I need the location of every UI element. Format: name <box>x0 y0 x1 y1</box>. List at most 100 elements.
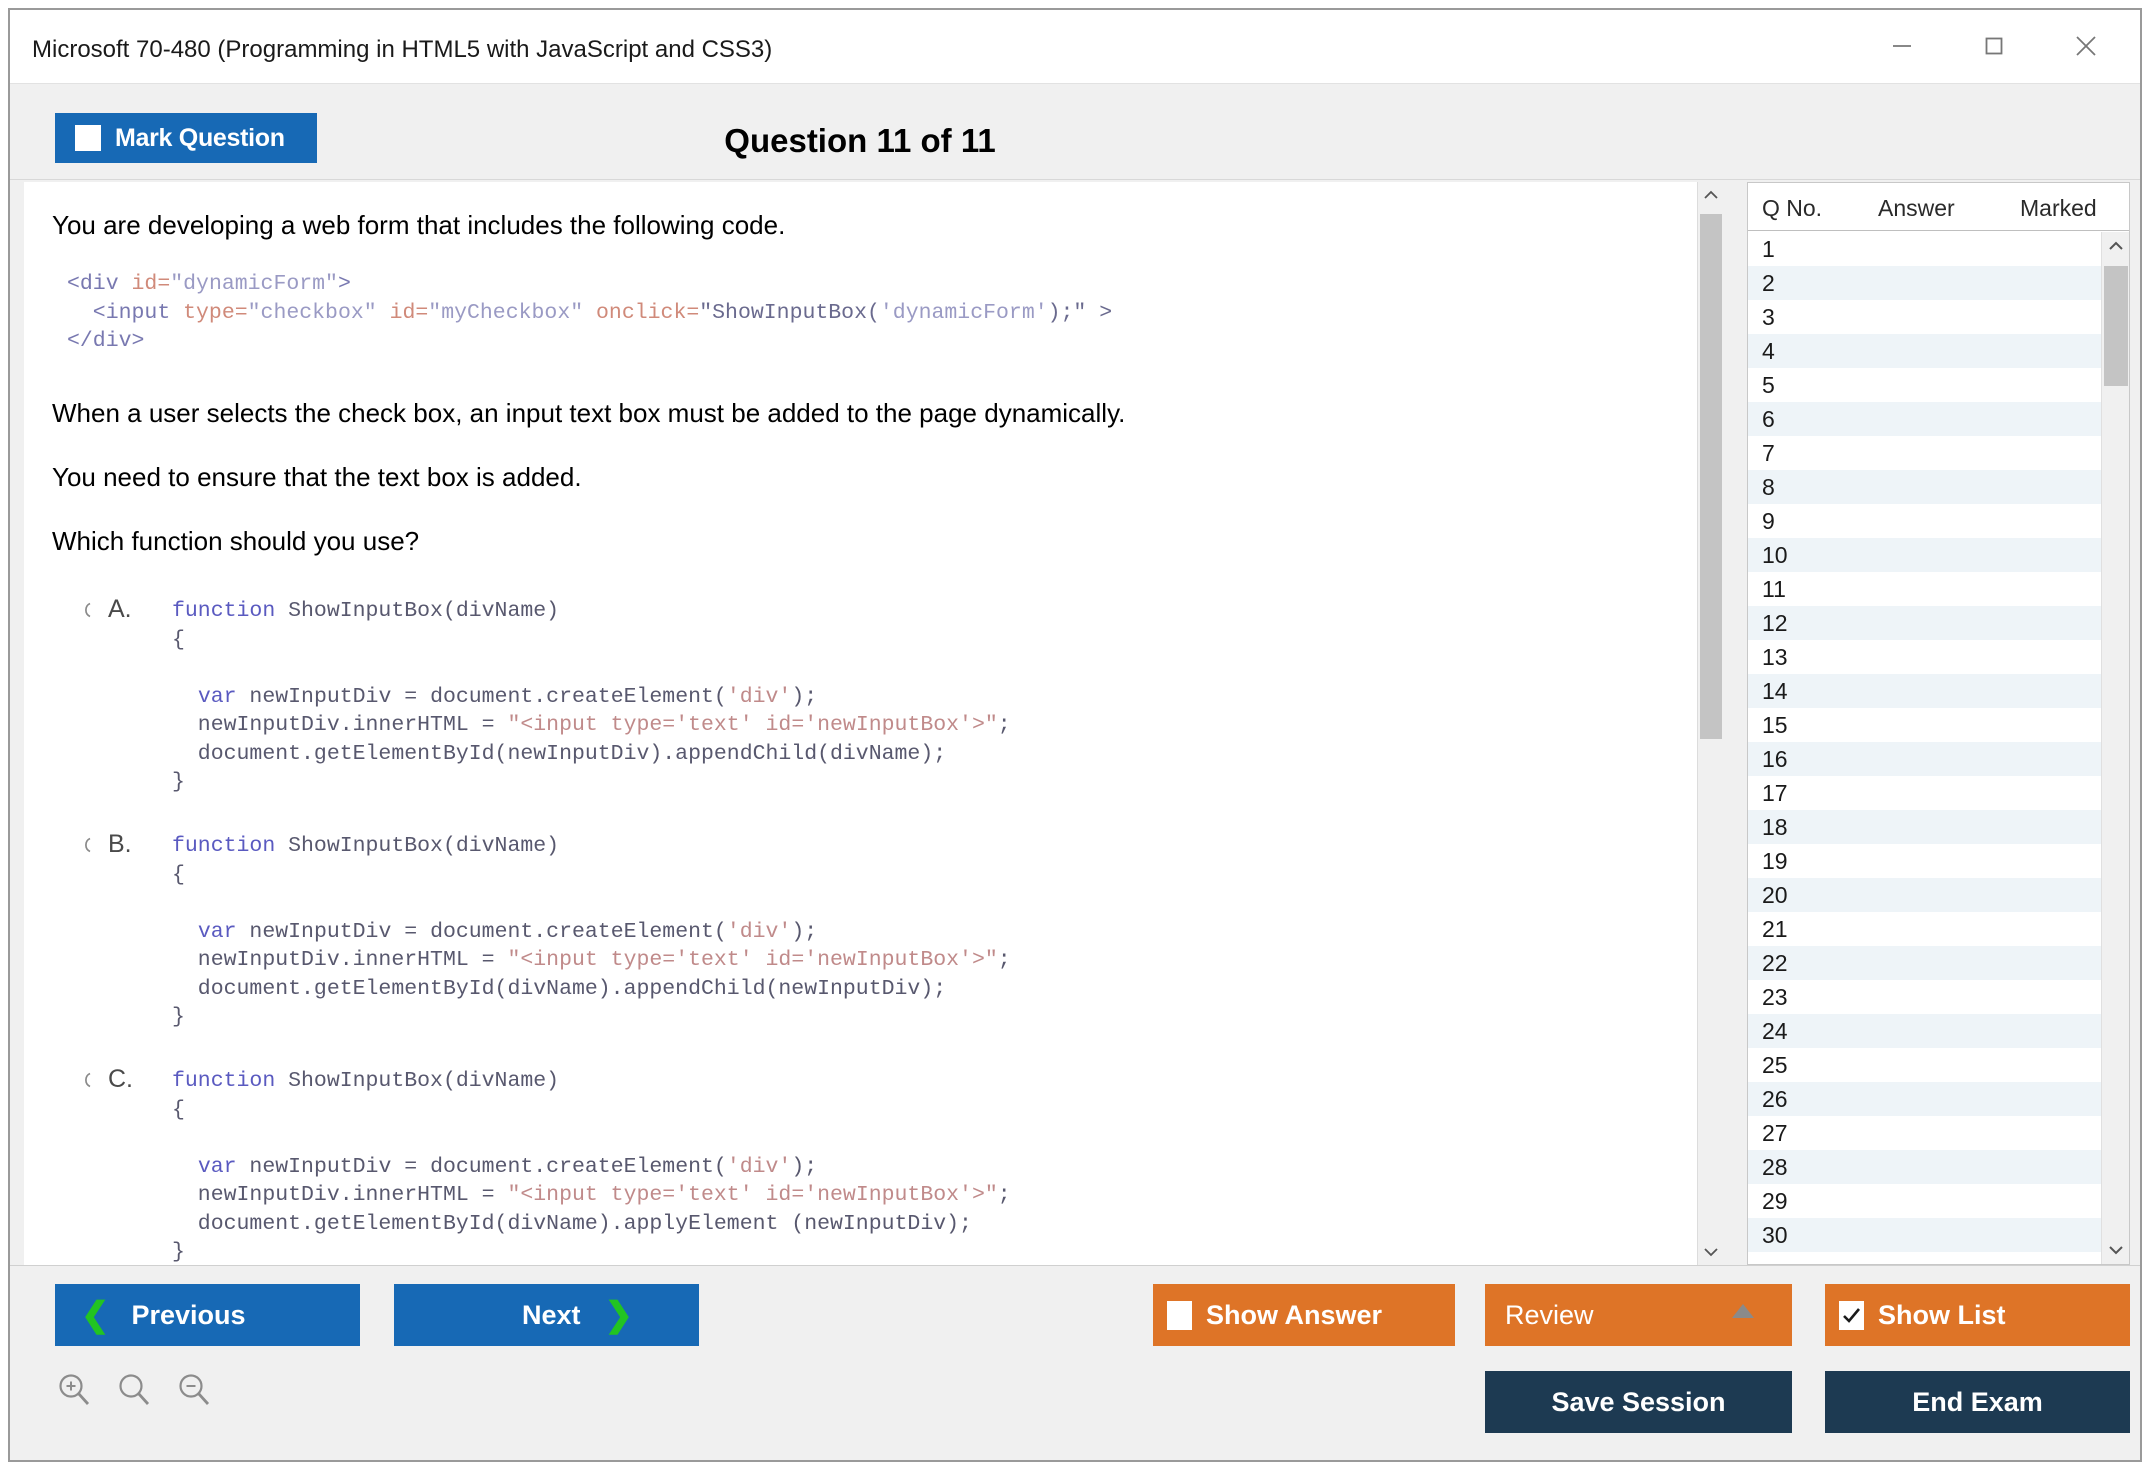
question-list-row[interactable]: 30 <box>1748 1218 2101 1252</box>
question-list-row[interactable]: 23 <box>1748 980 2101 1014</box>
question-list-row[interactable]: 6 <box>1748 402 2101 436</box>
show-answer-checkbox[interactable] <box>1167 1301 1192 1330</box>
question-list-row[interactable]: 11 <box>1748 572 2101 606</box>
question-list-row[interactable]: 15 <box>1748 708 2101 742</box>
scroll-thumb[interactable] <box>1700 214 1722 739</box>
code-line: </div> <box>67 327 1112 356</box>
question-list-panel: Q No. Answer Marked 12345678910111213141… <box>1747 182 2130 1265</box>
question-number: 20 <box>1748 882 1844 909</box>
question-number: 22 <box>1748 950 1844 977</box>
code-line: document.getElementById(divName).applyEl… <box>172 1210 1011 1239</box>
chevron-up-icon <box>2108 240 2124 252</box>
question-list-row[interactable]: 27 <box>1748 1116 2101 1150</box>
next-button[interactable]: Next ❯ <box>394 1284 699 1346</box>
question-list-row[interactable]: 17 <box>1748 776 2101 810</box>
show-list-checkbox[interactable] <box>1839 1301 1864 1330</box>
question-list-row[interactable]: 19 <box>1748 844 2101 878</box>
question-list-row[interactable]: 4 <box>1748 334 2101 368</box>
question-number: 6 <box>1748 406 1844 433</box>
title-bar: Microsoft 70-480 (Programming in HTML5 w… <box>10 10 2140 84</box>
question-list-row[interactable]: 14 <box>1748 674 2101 708</box>
question-list-row[interactable]: 18 <box>1748 810 2101 844</box>
zoom-in-icon[interactable] <box>55 1371 93 1409</box>
code-line: function ShowInputBox(divName) <box>172 597 1011 626</box>
zoom-out-icon[interactable] <box>175 1371 213 1409</box>
option-code-b: function ShowInputBox(divName){ var newI… <box>172 832 1011 1032</box>
qlist-scroll-up-button[interactable] <box>2102 232 2130 260</box>
end-exam-button[interactable]: End Exam <box>1825 1371 2130 1433</box>
previous-button[interactable]: ❮ Previous <box>55 1284 360 1346</box>
question-number: 30 <box>1748 1222 1844 1249</box>
question-list-row[interactable]: 21 <box>1748 912 2101 946</box>
option-letter-b: B. <box>108 830 132 859</box>
code-token: ); <box>791 685 817 709</box>
question-list-row[interactable]: 10 <box>1748 538 2101 572</box>
code-token: 'dynamicForm' <box>880 301 1048 325</box>
code-token: function <box>172 834 275 858</box>
code-token: "checkbox" <box>248 301 390 325</box>
minimize-button[interactable] <box>1860 10 1944 82</box>
radio-button-icon[interactable] <box>76 835 96 855</box>
radio-button-icon[interactable] <box>76 600 96 620</box>
question-list-row[interactable]: 28 <box>1748 1150 2101 1184</box>
code-token: newInputDiv.innerHTML = <box>172 1183 507 1207</box>
question-list-body[interactable]: 1234567891011121314151617181920212223242… <box>1748 232 2101 1264</box>
code-token: type= <box>183 301 248 325</box>
review-button[interactable]: Review <box>1485 1284 1792 1346</box>
question-number: 16 <box>1748 746 1844 773</box>
question-list-row[interactable]: 3 <box>1748 300 2101 334</box>
code-token: id= <box>132 272 171 296</box>
next-label: Next <box>522 1300 581 1331</box>
question-list-row[interactable]: 26 <box>1748 1082 2101 1116</box>
question-list-row[interactable]: 7 <box>1748 436 2101 470</box>
question-list-row[interactable]: 24 <box>1748 1014 2101 1048</box>
question-number: 8 <box>1748 474 1844 501</box>
code-token: newInputDiv = document.createElement( <box>237 685 727 709</box>
question-list-row[interactable]: 20 <box>1748 878 2101 912</box>
code-token: "ShowInputBox <box>699 301 867 325</box>
question-list-row[interactable]: 29 <box>1748 1184 2101 1218</box>
close-button[interactable] <box>2044 10 2128 82</box>
zoom-reset-icon[interactable] <box>115 1371 153 1409</box>
save-session-button[interactable]: Save Session <box>1485 1371 1792 1433</box>
question-list-row[interactable]: 1 <box>1748 232 2101 266</box>
maximize-button[interactable] <box>1952 10 2036 82</box>
question-list-row[interactable]: 8 <box>1748 470 2101 504</box>
chevron-down-icon <box>2108 1244 2124 1256</box>
qlist-scroll-thumb[interactable] <box>2104 266 2128 386</box>
question-number: 19 <box>1748 848 1844 875</box>
question-list-row[interactable]: 9 <box>1748 504 2101 538</box>
question-list-row[interactable]: 25 <box>1748 1048 2101 1082</box>
chevron-down-icon <box>1703 1246 1719 1258</box>
question-list-scrollbar[interactable] <box>2101 232 2129 1264</box>
question-number: 3 <box>1748 304 1844 331</box>
code-token <box>172 685 198 709</box>
question-number: 18 <box>1748 814 1844 841</box>
code-token: ; <box>998 948 1011 972</box>
question-number: 4 <box>1748 338 1844 365</box>
content-scrollbar[interactable] <box>1697 182 1723 1265</box>
code-token <box>172 920 198 944</box>
code-token: } <box>172 1240 185 1264</box>
code-line <box>172 889 1011 918</box>
question-list-row[interactable]: 16 <box>1748 742 2101 776</box>
question-list-row[interactable]: 12 <box>1748 606 2101 640</box>
question-list-row[interactable]: 22 <box>1748 946 2101 980</box>
code-token: newInputDiv.innerHTML = <box>172 713 507 737</box>
option-code-a: function ShowInputBox(divName){ var newI… <box>172 597 1011 797</box>
question-list-row[interactable]: 2 <box>1748 266 2101 300</box>
code-token: document.getElementById(divName).appendC… <box>172 977 946 1001</box>
question-number: 9 <box>1748 508 1844 535</box>
show-list-button[interactable]: Show List <box>1825 1284 2130 1346</box>
code-token: newInputDiv = document.createElement( <box>237 920 727 944</box>
question-goal-text: You need to ensure that the text box is … <box>52 462 582 493</box>
show-answer-button[interactable]: Show Answer <box>1153 1284 1455 1346</box>
radio-button-icon[interactable] <box>76 1070 96 1090</box>
question-list-row[interactable]: 5 <box>1748 368 2101 402</box>
code-line: function ShowInputBox(divName) <box>172 1067 1011 1096</box>
scroll-up-button[interactable] <box>1698 182 1724 208</box>
question-list-row[interactable]: 13 <box>1748 640 2101 674</box>
question-number: 24 <box>1748 1018 1844 1045</box>
scroll-down-button[interactable] <box>1698 1239 1724 1265</box>
qlist-scroll-down-button[interactable] <box>2102 1236 2130 1264</box>
